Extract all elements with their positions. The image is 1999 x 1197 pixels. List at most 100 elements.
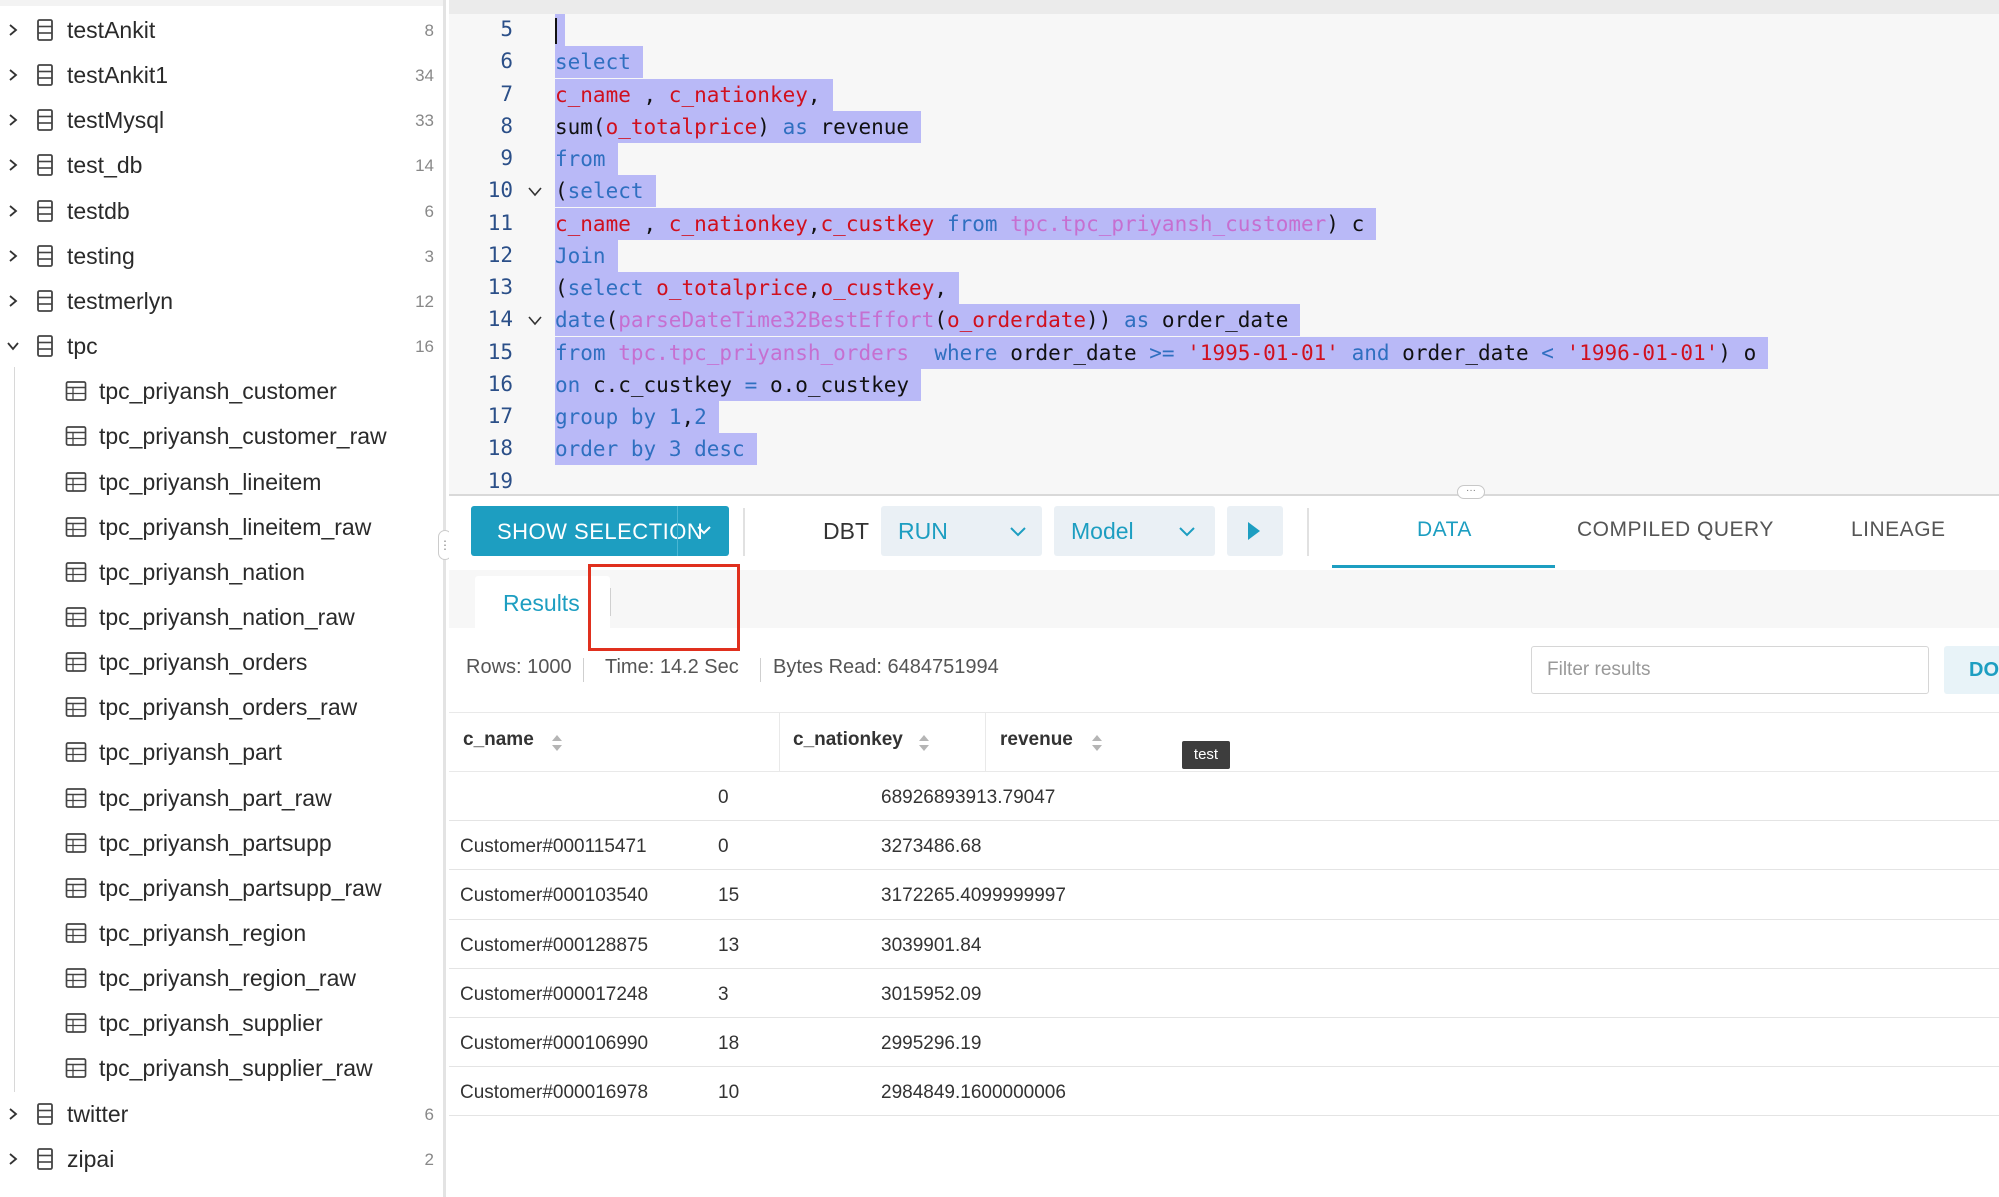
tree-item-testmerlyn[interactable]: testmerlyn 12: [0, 279, 443, 324]
chevron-right-icon[interactable]: [6, 113, 20, 127]
column-header-c-nationkey[interactable]: c_nationkey: [793, 729, 903, 751]
chevron-down-icon[interactable]: [695, 523, 713, 537]
show-selection-label: SHOW SELECTION: [497, 519, 704, 544]
filter-results-input[interactable]: [1531, 646, 1929, 694]
text-cursor: [555, 18, 557, 44]
table-count: 6: [424, 201, 434, 221]
tree-item-table[interactable]: tpc_priyansh_region: [0, 911, 443, 956]
database-icon: [33, 1102, 57, 1126]
tree-item-table[interactable]: tpc_priyansh_part: [0, 730, 443, 775]
column-header-c-name[interactable]: c_name: [463, 729, 534, 751]
sql-editor[interactable]: 5 6 select 7 c_name , c_nationkey, 8 sum(o_tot…: [449, 0, 1999, 494]
code-token: parseDateTime32BestEffort: [618, 308, 935, 333]
database-icon: [33, 153, 57, 177]
run-select[interactable]: RUN: [881, 506, 1042, 556]
column-separator[interactable]: [779, 713, 780, 773]
tree-item-label: testdb: [67, 197, 130, 224]
code-token: select: [567, 276, 644, 300]
chevron-right-icon[interactable]: [6, 1152, 20, 1166]
tree-item-table[interactable]: tpc_priyansh_nation: [0, 550, 443, 595]
line-number: 7: [500, 81, 513, 106]
tree-item-table[interactable]: tpc_priyansh_orders_raw: [0, 685, 443, 730]
table-row[interactable]: 0 68926893913.79047: [449, 772, 1999, 822]
tree-item-testankit[interactable]: testAnkit 8: [0, 8, 443, 53]
sidebar-top-strip: [0, 0, 443, 6]
chevron-right-icon[interactable]: [6, 294, 20, 308]
tree-item-test_db[interactable]: test_db 14: [0, 143, 443, 188]
sort-icon[interactable]: [918, 733, 930, 753]
tree-item-table[interactable]: tpc_priyansh_part_raw: [0, 776, 443, 821]
run-select-value: RUN: [898, 518, 948, 544]
tree-item-testankit1[interactable]: testAnkit1 34: [0, 53, 443, 98]
code-token: c_custkey: [820, 211, 935, 236]
chevron-right-icon[interactable]: [6, 204, 20, 218]
tree-item-table[interactable]: tpc_priyansh_supplier_raw: [0, 1046, 443, 1091]
column-header-revenue[interactable]: revenue: [1000, 729, 1073, 751]
fold-chevron-icon[interactable]: [527, 185, 543, 197]
code-token: Join: [555, 243, 606, 268]
tree-item-tpc[interactable]: tpc 16: [0, 324, 443, 369]
c-nationkey-cell: 15: [718, 885, 740, 907]
table-row[interactable]: Customer#000017248 3 3015952.09: [449, 968, 1999, 1018]
c-name-cell: Customer#000115471: [460, 836, 647, 858]
tree-item-testing[interactable]: testing 3: [0, 234, 443, 279]
chevron-right-icon[interactable]: [6, 158, 20, 172]
tree-item-table[interactable]: tpc_priyansh_customer: [0, 369, 443, 414]
table-row[interactable]: Customer#000115471 0 3273486.68: [449, 821, 1999, 871]
chevron-right-icon[interactable]: [6, 68, 20, 82]
tree-item-table[interactable]: tpc_priyansh_partsupp_raw: [0, 866, 443, 911]
tab-lineage[interactable]: LINEAGE: [1851, 518, 1946, 542]
tab-data[interactable]: DATA: [1417, 518, 1472, 542]
chevron-down-icon[interactable]: [6, 339, 20, 353]
download-button[interactable]: DO: [1944, 646, 1999, 694]
chevron-right-icon[interactable]: [6, 23, 20, 37]
tree-item-table[interactable]: tpc_priyansh_lineitem_raw: [0, 505, 443, 550]
tree-item-table[interactable]: tpc_priyansh_lineitem: [0, 460, 443, 505]
code-token: c_nationkey: [668, 82, 808, 107]
c-nationkey-cell: 13: [718, 934, 740, 956]
table-row[interactable]: Customer#000106990 18 2995296.19: [449, 1018, 1999, 1068]
code-token: from: [555, 340, 606, 365]
tree-item-table[interactable]: tpc_priyansh_nation_raw: [0, 595, 443, 640]
tree-item-table[interactable]: tpc_priyansh_customer_raw: [0, 414, 443, 459]
model-select-value: Model: [1071, 518, 1134, 544]
tree-item-testmysql[interactable]: testMysql 33: [0, 98, 443, 143]
table-row[interactable]: Customer#000103540 15 3172265.4099999997: [449, 870, 1999, 920]
tree-item-table[interactable]: tpc_priyansh_orders: [0, 640, 443, 685]
tree-item-label: tpc_priyansh_orders: [99, 649, 308, 676]
tab-compiled-query[interactable]: COMPILED QUERY: [1577, 518, 1774, 542]
column-separator[interactable]: [985, 713, 986, 773]
show-selection-button[interactable]: SHOW SELECTION: [471, 506, 729, 556]
editor-resize-handle[interactable]: ···: [1457, 485, 1485, 499]
table-icon: [64, 379, 88, 403]
tree-item-label: tpc_priyansh_customer_raw: [99, 423, 387, 450]
table-row[interactable]: Customer#000016978 10 2984849.1600000006: [449, 1067, 1999, 1117]
sort-icon[interactable]: [551, 733, 563, 753]
run-button[interactable]: [1227, 506, 1283, 556]
tree-item-table[interactable]: tpc_priyansh_supplier: [0, 1001, 443, 1046]
tree-item-zipai[interactable]: zipai 2: [0, 1137, 443, 1182]
table-row[interactable]: Customer#000128875 13 3039901.84: [449, 919, 1999, 969]
tree-item-table[interactable]: tpc_priyansh_partsupp: [0, 821, 443, 866]
tree-item-label: tpc_priyansh_partsupp: [99, 829, 332, 856]
tree-item-label: tpc_priyansh_region: [99, 920, 307, 946]
code-text: date(parseDateTime32BestEffort(o_orderda…: [555, 304, 1301, 337]
line-number: 19: [487, 468, 513, 493]
tree-item-testdb[interactable]: testdb 6: [0, 189, 443, 234]
code-token: tpc.tpc_priyansh_orders: [618, 340, 910, 365]
chevron-right-icon[interactable]: [6, 249, 20, 263]
line-number: 18: [487, 436, 513, 461]
sort-icon[interactable]: [1091, 733, 1103, 753]
tree-item-twitter[interactable]: twitter 6: [0, 1092, 443, 1137]
chevron-right-icon[interactable]: [6, 1107, 20, 1121]
table-icon: [64, 966, 88, 990]
tree-item-table[interactable]: tpc_priyansh_region_raw: [0, 956, 443, 1001]
c-name-cell: Customer#000106990: [460, 1033, 649, 1054]
code-token: ,: [934, 276, 947, 300]
code-line: 18 order by 3 desc: [449, 433, 1999, 466]
model-select[interactable]: Model: [1054, 506, 1215, 556]
code-line: 16 on c.c_custkey = o.o_custkey: [449, 368, 1999, 401]
fold-chevron-icon[interactable]: [527, 314, 543, 326]
